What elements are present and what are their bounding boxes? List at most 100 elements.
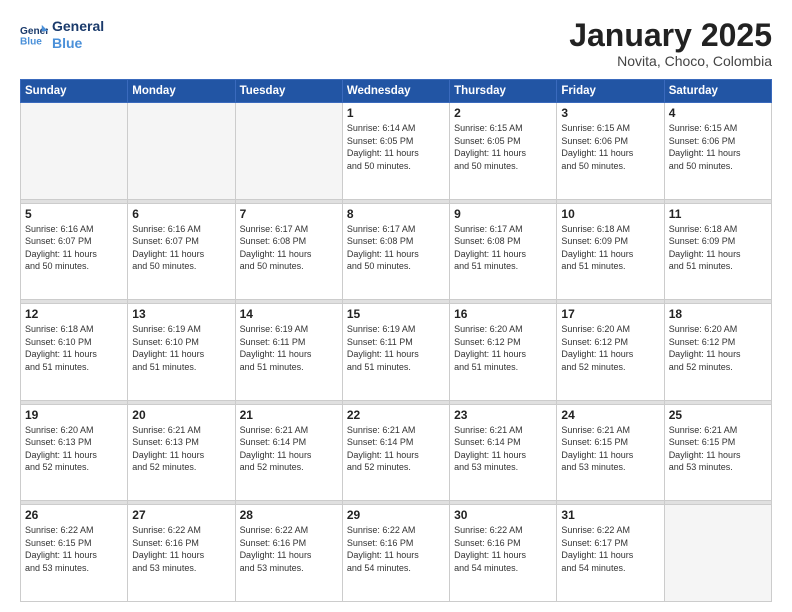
table-row: 28 Sunrise: 6:22 AM Sunset: 6:16 PM Dayli… (235, 505, 342, 602)
table-row: 17Sunrise: 6:20 AM Sunset: 6:12 PM Dayli… (557, 304, 664, 401)
day-info: Sunrise: 6:22 AM Sunset: 6:16 PM Dayligh… (347, 524, 445, 574)
calendar-header-row: Sunday Monday Tuesday Wednesday Thursday… (21, 80, 772, 103)
day-number: 15 (347, 307, 445, 321)
week-row-3: 19Sunrise: 6:20 AM Sunset: 6:13 PM Dayli… (21, 404, 772, 501)
table-row: 7 Sunrise: 6:17 AM Sunset: 6:08 PM Daylig… (235, 203, 342, 300)
day-info: Sunrise: 6:20 AM Sunset: 6:13 PM Dayligh… (25, 424, 123, 474)
day-info: Sunrise: 6:21 AM Sunset: 6:13 PM Dayligh… (132, 424, 230, 474)
table-row (21, 103, 128, 200)
table-row: 12 Sunrise: 6:18 AM Sunset: 6:10 PM Dayli… (21, 304, 128, 401)
table-row: 23 Sunrise: 6:21 AM Sunset: 6:14 PM Dayli… (450, 404, 557, 501)
logo-icon: General Blue (20, 23, 48, 47)
day-info: Sunrise: 6:15 AM Sunset: 6:06 PM Dayligh… (561, 122, 659, 172)
day-info: Sunrise: 6:21 AM Sunset: 6:15 PM Dayligh… (561, 424, 659, 474)
col-monday: Monday (128, 80, 235, 103)
month-title: January 2025 (569, 18, 772, 53)
day-info: Sunrise: 6:15 AM Sunset: 6:05 PM Dayligh… (454, 122, 552, 172)
day-info: Sunrise: 6:22 AM Sunset: 6:17 PM Dayligh… (561, 524, 659, 574)
table-row: 26 Sunrise: 6:22 AM Sunset: 6:15 PM Dayli… (21, 505, 128, 602)
week-row-2: 12 Sunrise: 6:18 AM Sunset: 6:10 PM Dayli… (21, 304, 772, 401)
day-info: Sunrise: 6:20 AM Sunset: 6:12 PM Dayligh… (454, 323, 552, 373)
day-info: Sunrise: 6:18 AM Sunset: 6:09 PM Dayligh… (561, 223, 659, 273)
table-row: 30 Sunrise: 6:22 AM Sunset: 6:16 PM Dayli… (450, 505, 557, 602)
col-wednesday: Wednesday (342, 80, 449, 103)
table-row: 4Sunrise: 6:15 AM Sunset: 6:06 PM Daylig… (664, 103, 771, 200)
table-row: 14 Sunrise: 6:19 AM Sunset: 6:11 PM Dayli… (235, 304, 342, 401)
day-info: Sunrise: 6:19 AM Sunset: 6:10 PM Dayligh… (132, 323, 230, 373)
title-block: January 2025 Novita, Choco, Colombia (569, 18, 772, 69)
day-number: 21 (240, 408, 338, 422)
week-row-1: 5 Sunrise: 6:16 AM Sunset: 6:07 PM Daylig… (21, 203, 772, 300)
day-number: 27 (132, 508, 230, 522)
table-row (235, 103, 342, 200)
day-number: 14 (240, 307, 338, 321)
table-row: 20 Sunrise: 6:21 AM Sunset: 6:13 PM Dayli… (128, 404, 235, 501)
day-info: Sunrise: 6:18 AM Sunset: 6:09 PM Dayligh… (669, 223, 767, 273)
table-row: 22 Sunrise: 6:21 AM Sunset: 6:14 PM Dayli… (342, 404, 449, 501)
day-info: Sunrise: 6:22 AM Sunset: 6:16 PM Dayligh… (240, 524, 338, 574)
day-info: Sunrise: 6:16 AM Sunset: 6:07 PM Dayligh… (132, 223, 230, 273)
day-number: 16 (454, 307, 552, 321)
day-info: Sunrise: 6:19 AM Sunset: 6:11 PM Dayligh… (240, 323, 338, 373)
day-info: Sunrise: 6:17 AM Sunset: 6:08 PM Dayligh… (240, 223, 338, 273)
calendar-table: Sunday Monday Tuesday Wednesday Thursday… (20, 79, 772, 602)
day-number: 7 (240, 207, 338, 221)
day-number: 31 (561, 508, 659, 522)
day-number: 2 (454, 106, 552, 120)
day-info: Sunrise: 6:21 AM Sunset: 6:14 PM Dayligh… (240, 424, 338, 474)
day-number: 3 (561, 106, 659, 120)
day-number: 17 (561, 307, 659, 321)
table-row: 8Sunrise: 6:17 AM Sunset: 6:08 PM Daylig… (342, 203, 449, 300)
subtitle: Novita, Choco, Colombia (569, 53, 772, 69)
col-thursday: Thursday (450, 80, 557, 103)
svg-text:Blue: Blue (20, 36, 42, 47)
table-row: 1 Sunrise: 6:14 AM Sunset: 6:05 PM Daylig… (342, 103, 449, 200)
day-info: Sunrise: 6:22 AM Sunset: 6:16 PM Dayligh… (454, 524, 552, 574)
col-saturday: Saturday (664, 80, 771, 103)
day-number: 9 (454, 207, 552, 221)
day-info: Sunrise: 6:15 AM Sunset: 6:06 PM Dayligh… (669, 122, 767, 172)
header: General Blue General Blue January 2025 N… (20, 18, 772, 69)
day-number: 30 (454, 508, 552, 522)
table-row: 16 Sunrise: 6:20 AM Sunset: 6:12 PM Dayli… (450, 304, 557, 401)
day-info: Sunrise: 6:22 AM Sunset: 6:16 PM Dayligh… (132, 524, 230, 574)
week-row-0: 1 Sunrise: 6:14 AM Sunset: 6:05 PM Daylig… (21, 103, 772, 200)
day-info: Sunrise: 6:21 AM Sunset: 6:14 PM Dayligh… (454, 424, 552, 474)
table-row: 27 Sunrise: 6:22 AM Sunset: 6:16 PM Dayli… (128, 505, 235, 602)
week-row-4: 26 Sunrise: 6:22 AM Sunset: 6:15 PM Dayli… (21, 505, 772, 602)
day-number: 1 (347, 106, 445, 120)
table-row (664, 505, 771, 602)
table-row: 3 Sunrise: 6:15 AM Sunset: 6:06 PM Daylig… (557, 103, 664, 200)
table-row: 24Sunrise: 6:21 AM Sunset: 6:15 PM Dayli… (557, 404, 664, 501)
day-number: 22 (347, 408, 445, 422)
table-row: 25 Sunrise: 6:21 AM Sunset: 6:15 PM Dayli… (664, 404, 771, 501)
day-number: 26 (25, 508, 123, 522)
day-number: 6 (132, 207, 230, 221)
day-info: Sunrise: 6:17 AM Sunset: 6:08 PM Dayligh… (454, 223, 552, 273)
day-info: Sunrise: 6:14 AM Sunset: 6:05 PM Dayligh… (347, 122, 445, 172)
day-info: Sunrise: 6:22 AM Sunset: 6:15 PM Dayligh… (25, 524, 123, 574)
table-row: 18Sunrise: 6:20 AM Sunset: 6:12 PM Dayli… (664, 304, 771, 401)
day-info: Sunrise: 6:21 AM Sunset: 6:15 PM Dayligh… (669, 424, 767, 474)
day-number: 10 (561, 207, 659, 221)
col-sunday: Sunday (21, 80, 128, 103)
day-info: Sunrise: 6:21 AM Sunset: 6:14 PM Dayligh… (347, 424, 445, 474)
day-number: 12 (25, 307, 123, 321)
day-number: 23 (454, 408, 552, 422)
table-row (128, 103, 235, 200)
day-info: Sunrise: 6:16 AM Sunset: 6:07 PM Dayligh… (25, 223, 123, 273)
day-info: Sunrise: 6:18 AM Sunset: 6:10 PM Dayligh… (25, 323, 123, 373)
day-number: 29 (347, 508, 445, 522)
page: General Blue General Blue January 2025 N… (0, 0, 792, 612)
logo: General Blue General Blue (20, 18, 104, 52)
table-row: 13Sunrise: 6:19 AM Sunset: 6:10 PM Dayli… (128, 304, 235, 401)
day-number: 25 (669, 408, 767, 422)
day-number: 28 (240, 508, 338, 522)
table-row: 29 Sunrise: 6:22 AM Sunset: 6:16 PM Dayli… (342, 505, 449, 602)
table-row: 21 Sunrise: 6:21 AM Sunset: 6:14 PM Dayli… (235, 404, 342, 501)
day-number: 20 (132, 408, 230, 422)
day-number: 18 (669, 307, 767, 321)
day-number: 8 (347, 207, 445, 221)
table-row: 2 Sunrise: 6:15 AM Sunset: 6:05 PM Daylig… (450, 103, 557, 200)
day-number: 5 (25, 207, 123, 221)
